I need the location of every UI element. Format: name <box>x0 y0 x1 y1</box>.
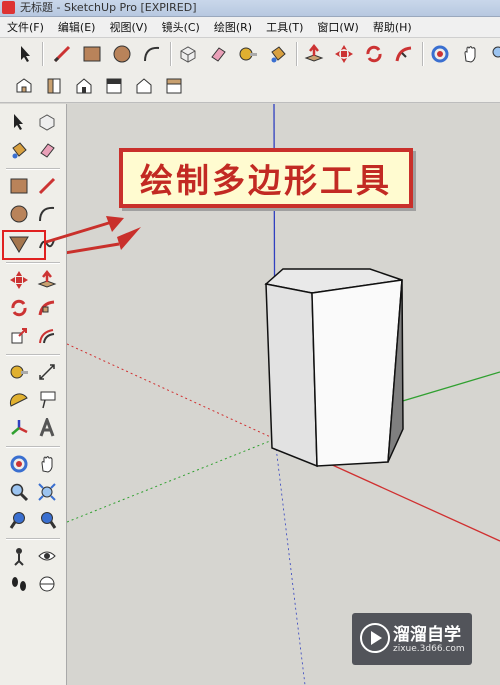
front-view-icon[interactable] <box>72 74 96 98</box>
callout-text: 绘制多边形工具 <box>140 161 392 200</box>
eraser-icon[interactable] <box>206 42 230 66</box>
offset-icon[interactable] <box>34 324 60 348</box>
palette-separator <box>6 446 60 448</box>
select-tool-icon[interactable] <box>6 110 32 134</box>
watermark-title: 溜溜自学 <box>393 625 461 645</box>
next-view-icon[interactable] <box>34 508 60 532</box>
palette-separator <box>6 262 60 264</box>
window-title: 无标题 - SketchUp Pro [EXPIRED] <box>20 1 197 14</box>
top-view-icon[interactable] <box>42 74 66 98</box>
rotate-icon[interactable] <box>362 42 386 66</box>
move-icon[interactable] <box>6 268 32 292</box>
paint-bucket-icon[interactable] <box>266 42 290 66</box>
arc-icon[interactable] <box>140 42 164 66</box>
annotation-callout: 绘制多边形工具 <box>119 148 413 208</box>
right-view-icon[interactable] <box>102 74 126 98</box>
eraser-icon[interactable] <box>34 138 60 162</box>
walk-icon[interactable] <box>6 572 32 596</box>
orbit-icon[interactable] <box>428 42 452 66</box>
menu-draw[interactable]: 绘图(R) <box>207 19 259 35</box>
back-view-icon[interactable] <box>132 74 156 98</box>
menu-window[interactable]: 窗口(W) <box>310 19 365 35</box>
menu-camera[interactable]: 镜头(C) <box>155 19 207 35</box>
watermark-play-icon <box>371 631 382 645</box>
make-component-icon[interactable] <box>34 110 60 134</box>
main-toolbar <box>0 38 500 71</box>
prism-left-face[interactable] <box>265 283 318 468</box>
watermark-url: zixue.3d66.com <box>393 644 465 654</box>
protractor-icon[interactable] <box>6 388 32 412</box>
pan-hand-icon[interactable] <box>34 452 60 476</box>
scale-icon[interactable] <box>6 324 32 348</box>
previous-view-icon[interactable] <box>6 508 32 532</box>
palette-separator <box>6 354 60 356</box>
pencil-line-icon[interactable] <box>50 42 74 66</box>
annotation-arrow-icon <box>45 216 124 244</box>
circle-icon[interactable] <box>110 42 134 66</box>
blue-axis-dotted-line <box>274 438 306 685</box>
select-tool-icon[interactable] <box>14 42 38 66</box>
left-view-icon[interactable] <box>162 74 186 98</box>
circle-icon[interactable] <box>6 202 32 226</box>
follow-me-icon[interactable] <box>392 42 416 66</box>
menu-help[interactable]: 帮助(H) <box>366 19 419 35</box>
toolbar-separator <box>170 42 172 66</box>
views-toolbar <box>0 70 500 103</box>
axes-icon[interactable] <box>6 416 32 440</box>
menu-bar: 文件(F) 编辑(E) 视图(V) 镜头(C) 绘图(R) 工具(T) 窗口(W… <box>0 17 500 38</box>
tape-measure-icon[interactable] <box>236 42 260 66</box>
menu-file[interactable]: 文件(F) <box>0 19 51 35</box>
follow-me-icon[interactable] <box>34 296 60 320</box>
3d-text-icon[interactable] <box>34 416 60 440</box>
paint-bucket-icon[interactable] <box>6 138 32 162</box>
toolbar-separator <box>42 42 44 66</box>
iso-view-icon[interactable] <box>12 74 36 98</box>
title-bar: 无标题 - SketchUp Pro [EXPIRED] <box>0 0 500 17</box>
push-pull-icon[interactable] <box>34 268 60 292</box>
menu-edit[interactable]: 编辑(E) <box>51 19 103 35</box>
tape-measure-icon[interactable] <box>6 360 32 384</box>
rotate-icon[interactable] <box>6 296 32 320</box>
red-axis-dotted-line <box>67 343 276 440</box>
pan-hand-icon[interactable] <box>458 42 482 66</box>
dimension-icon[interactable] <box>34 360 60 384</box>
toolbar-separator <box>422 42 424 66</box>
section-plane-icon[interactable] <box>34 572 60 596</box>
zoom-icon[interactable] <box>486 42 500 66</box>
orbit-icon[interactable] <box>6 452 32 476</box>
rectangle-icon[interactable] <box>6 174 32 198</box>
zoom-icon[interactable] <box>6 480 32 504</box>
push-pull-icon[interactable] <box>302 42 326 66</box>
app-icon <box>2 1 15 14</box>
tool-palette <box>0 104 67 685</box>
rectangle-icon[interactable] <box>80 42 104 66</box>
green-axis-dotted-line <box>67 438 276 523</box>
pencil-line-icon[interactable] <box>34 174 60 198</box>
menu-view[interactable]: 视图(V) <box>102 19 154 35</box>
zoom-extents-icon[interactable] <box>34 480 60 504</box>
prism-front-face[interactable] <box>311 279 403 467</box>
menu-tools[interactable]: 工具(T) <box>259 19 310 35</box>
palette-separator <box>6 538 60 540</box>
position-camera-icon[interactable] <box>6 544 32 568</box>
look-around-icon[interactable] <box>34 544 60 568</box>
move-icon[interactable] <box>332 42 356 66</box>
make-component-icon[interactable] <box>176 42 200 66</box>
text-tool-icon[interactable] <box>34 388 60 412</box>
palette-separator <box>6 168 60 170</box>
toolbar-separator <box>296 42 298 66</box>
